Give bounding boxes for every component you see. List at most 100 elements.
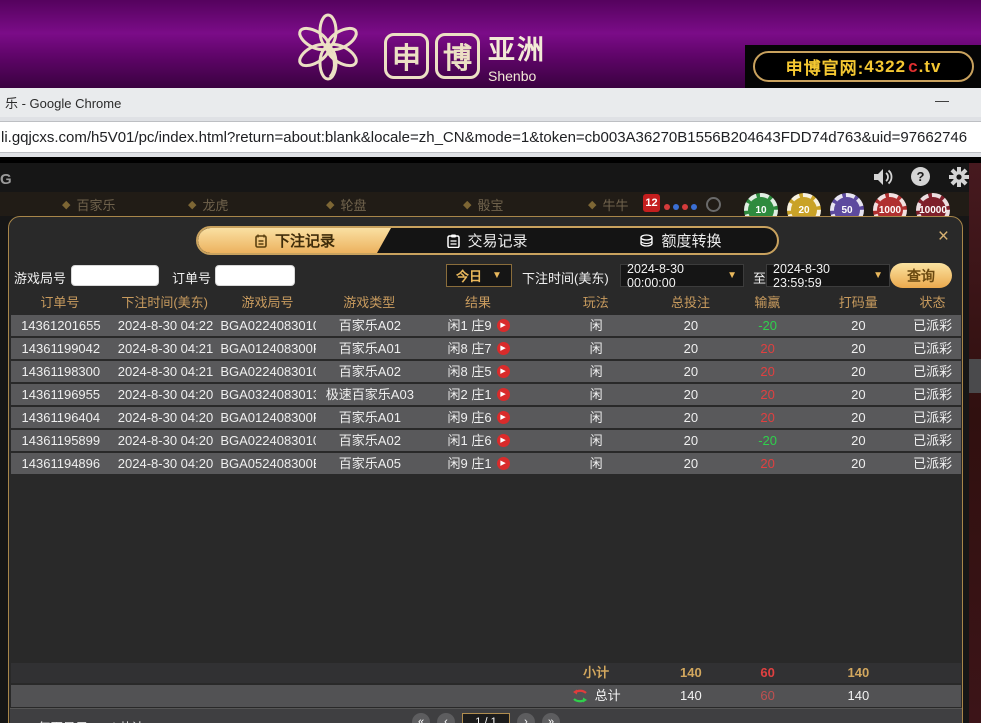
quick-range-select[interactable]: 今日 ▼ [446,264,512,287]
logo-char-box: 博 [435,33,480,79]
col-header: 输赢 [722,293,812,313]
cell-win-loss: -20 [723,315,813,336]
cell-result: 闲1 庄9 ▶ [424,315,534,336]
chevron-down-icon: ▼ [727,270,737,281]
pagination-bar: 每页显示: 15 | 共计: 1 « ‹ 1 / 1 › » [10,708,962,723]
quick-range-value: 今日 [456,266,482,285]
cell-turnover: 20 [812,430,904,451]
cell-total-bet: 20 [659,315,723,336]
tab-transaction-records[interactable]: 交易记录 [391,228,584,253]
table-body: 14361201655 2024-8-30 04:22 BGA022408301… [11,315,961,476]
cell-play: 闲 [533,407,659,428]
sound-icon[interactable] [872,166,893,187]
clipboard-icon [447,234,460,248]
game-nav-item[interactable]: ◆ 骰宝 [463,195,503,214]
game-nav-label: 龙虎 [202,195,228,214]
col-header: 总投注 [659,293,723,313]
game-nav-item[interactable]: ◆ 牛牛 [588,195,628,214]
badge-prefix: 申博官网: [786,54,865,79]
replay-play-icon[interactable]: ▶ [497,342,510,355]
cell-order-id: 14361201655 [11,315,111,336]
to-label: 至 [753,268,766,287]
search-button[interactable]: 查询 [890,263,952,288]
road-dots [664,204,697,210]
help-icon[interactable]: ? [910,166,931,187]
game-icon: ◆ [188,198,196,211]
cell-turnover: 20 [812,453,904,474]
cell-result: 闲9 庄1 ▶ [424,453,534,474]
cell-play: 闲 [533,384,659,405]
cell-total-bet: 20 [659,361,723,382]
logo-region-text: 亚洲 [488,28,546,67]
cell-bet-time: 2024-8-30 04:21 [111,361,221,382]
prev-page-button[interactable]: ‹ [437,713,455,723]
table-row: 14361196404 2024-8-30 04:20 BGA012408300… [11,407,961,428]
result-text: 闲9 庄6 [447,407,491,428]
cell-order-id: 14361199042 [11,338,111,359]
close-icon[interactable]: × [938,227,949,246]
cell-bet-time: 2024-8-30 04:22 [111,315,221,336]
grand-total-row: 总计 140 60 140 [11,685,961,707]
official-site-badge[interactable]: 申博官网: 4322 c .tv [753,51,974,82]
replay-play-icon[interactable]: ▶ [497,411,510,424]
date-to-picker[interactable]: 2024-8-30 23:59:59 ▼ [766,264,890,287]
grand-turnover: 140 [812,685,904,707]
site-header: 申 博 亚洲 Shenbo 申博官网: 4322 c .tv [0,0,981,88]
cell-result: 闲8 庄5 ▶ [424,361,534,382]
game-nav-item[interactable]: ◆ 百家乐 [62,195,115,214]
cell-order-id: 14361196404 [11,407,111,428]
minimize-button[interactable]: — [935,92,949,108]
game-nav-item[interactable]: ◆ 轮盘 [326,195,366,214]
coin-transfer-icon [639,234,654,248]
site-logo: 申 博 亚洲 Shenbo [296,10,546,88]
order-no-label: 订单号 [172,268,211,287]
cell-win-loss: 20 [723,453,813,474]
date-from-picker[interactable]: 2024-8-30 00:00:00 ▼ [620,264,744,287]
replay-play-icon[interactable]: ▶ [497,388,510,401]
table-header-row: 订单号 下注时间(美东) 游戏局号 游戏类型 结果 玩法 总投注 输赢 打码量 … [10,293,961,313]
cell-round-id: BGA02240830100 [220,430,316,451]
cell-round-id: BGA02240830102 [220,315,316,336]
cell-bet-time: 2024-8-30 04:20 [111,407,221,428]
cell-game-type: 百家乐A02 [316,315,424,336]
cell-result: 闲9 庄6 ▶ [424,407,534,428]
replay-play-icon[interactable]: ▶ [497,365,510,378]
cell-status: 已派彩 [904,430,961,451]
settings-gear-icon[interactable] [948,166,969,187]
game-round-input[interactable] [71,265,159,286]
game-icon: ◆ [463,198,471,211]
game-nav-item[interactable]: ◆ 龙虎 [188,195,228,214]
bet-records-modal: × 下注记录 交易记录 额度转换 游戏局号 订单号 今日 ▼ 下注时间(美东) [8,216,963,723]
tab-quota-transfer[interactable]: 额度转换 [584,228,777,253]
flower-logo-icon [296,11,360,87]
replay-play-icon[interactable]: ▶ [497,457,510,470]
exchange-arrows-icon[interactable] [572,689,588,703]
cell-order-id: 14361195899 [11,430,111,451]
browser-window-title: 乐 - Google Chrome [5,93,121,112]
subtotal-row: 小计 140 60 140 [11,663,961,683]
pager-controls: « ‹ 1 / 1 › » [412,713,560,723]
url-input[interactable] [0,121,981,153]
screen: 申 博 亚洲 Shenbo 申博官网: 4322 c .tv 乐 - Googl… [0,0,981,723]
cell-win-loss: -20 [723,430,813,451]
replay-play-icon[interactable]: ▶ [497,434,510,447]
tab-bet-records[interactable]: 下注记录 [198,228,391,253]
first-page-button[interactable]: « [412,713,430,723]
last-page-button[interactable]: » [542,713,560,723]
grand-win-loss: 60 [723,685,813,707]
logo-region-block: 亚洲 Shenbo [488,28,546,84]
cell-turnover: 20 [812,361,904,382]
table-row: 14361198300 2024-8-30 04:21 BGA022408301… [11,361,961,382]
result-text: 闲8 庄7 [447,338,491,359]
cell-play: 闲 [533,315,659,336]
cell-turnover: 20 [812,338,904,359]
replay-play-icon[interactable]: ▶ [497,319,510,332]
cell-game-type: 极速百家乐A03 [316,384,424,405]
tab-label: 交易记录 [467,230,527,251]
cell-bet-time: 2024-8-30 04:20 [111,430,221,451]
cell-bet-time: 2024-8-30 04:21 [111,338,221,359]
next-page-button[interactable]: › [517,713,535,723]
background-page-edge [969,163,981,723]
order-no-input[interactable] [215,265,295,286]
cell-game-type: 百家乐A02 [316,361,424,382]
